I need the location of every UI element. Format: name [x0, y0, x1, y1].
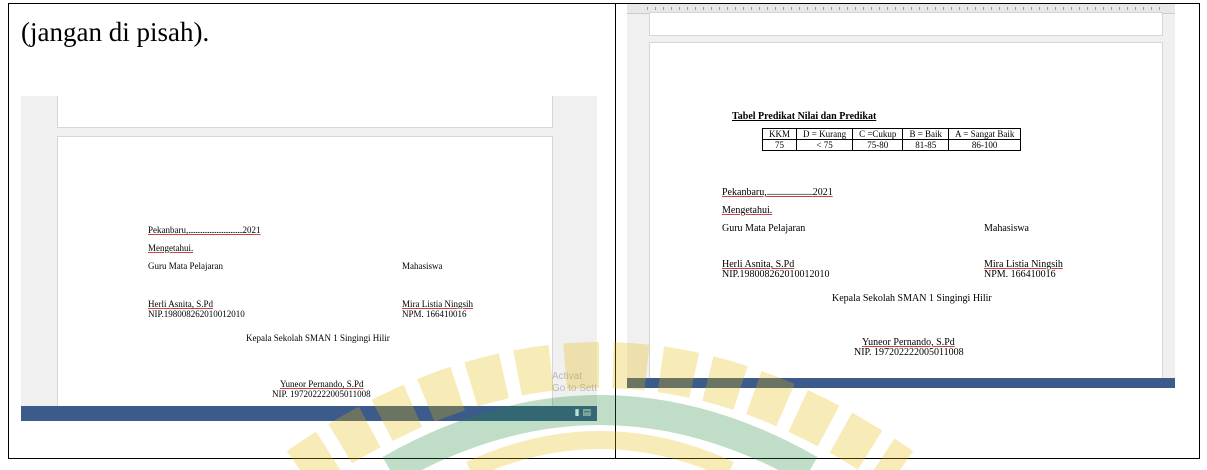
- guru-label: Guru Mata Pelajaran: [722, 223, 806, 234]
- table-cell: C =Cukup: [852, 128, 904, 140]
- table-cell: 75: [761, 139, 798, 151]
- table-cell: KKM: [761, 128, 798, 140]
- mahasiswa-label: Mahasiswa: [984, 223, 1029, 234]
- kepala-label: Kepala Sekolah SMAN 1 Singingi Hilir: [246, 333, 390, 343]
- activation-watermark: Activat Go to Sett: [551, 371, 597, 394]
- guru-label: Guru Mata Pelajaran: [148, 261, 223, 271]
- column-divider: [615, 4, 616, 458]
- previous-page: [649, 12, 1163, 36]
- taskbar-icons: ▮ ▤: [574, 408, 591, 418]
- mahasiswa-npm: NPM. 166410016: [984, 269, 1056, 280]
- table-cell: 75-80: [852, 139, 904, 151]
- table-cell: B = Baik: [902, 128, 950, 140]
- kepala-nip: NIP. 197202222005011008: [272, 389, 371, 399]
- mahasiswa-label: Mahasiswa: [402, 261, 443, 271]
- mahasiswa-npm: NPM. 166410016: [402, 309, 467, 319]
- guru-nip: NIP.198008262010012010: [722, 269, 830, 280]
- left-screenshot: Pekanbaru,..............................…: [21, 96, 597, 421]
- table-cell: 81-85: [902, 139, 950, 151]
- table-row: 75 < 75 75-80 81-85 86-100: [761, 139, 1022, 151]
- table-cell: A = Sangat Baik: [948, 128, 1022, 140]
- date-line: Pekanbaru,.......................2021: [722, 187, 833, 198]
- previous-page: [57, 96, 553, 128]
- mengetahui-label: Mengetahui.: [148, 243, 194, 253]
- table-cell: 86-100: [948, 139, 1022, 151]
- table-header-row: KKM D = Kurang C =Cukup B = Baik A = San…: [761, 128, 1022, 140]
- table-cell: < 75: [796, 139, 854, 151]
- document-page: Pekanbaru,..............................…: [57, 136, 553, 421]
- date-line: Pekanbaru,..............................…: [148, 225, 261, 235]
- kepala-label: Kepala Sekolah SMAN 1 Singingi Hilir: [832, 293, 992, 304]
- table-cell: D = Kurang: [796, 128, 854, 140]
- document-page: Tabel Predikat Nilai dan Predikat KKM D …: [649, 42, 1163, 384]
- mengetahui-label: Mengetahui.: [722, 205, 773, 216]
- taskbar: ▮ ▤: [21, 406, 597, 421]
- guru-nip: NIP.198008262010012010: [148, 309, 245, 319]
- right-screenshot: Tabel Predikat Nilai dan Predikat KKM D …: [627, 4, 1175, 388]
- kepala-nip: NIP. 197202222005011008: [854, 347, 964, 358]
- caption-text: (jangan di pisah).: [21, 17, 210, 47]
- predikat-table: KKM D = Kurang C =Cukup B = Baik A = San…: [761, 128, 1022, 151]
- table-title: Tabel Predikat Nilai dan Predikat: [732, 111, 877, 122]
- layout-table: (jangan di pisah). Pekanbaru,...........…: [8, 3, 1200, 459]
- taskbar: [627, 378, 1175, 388]
